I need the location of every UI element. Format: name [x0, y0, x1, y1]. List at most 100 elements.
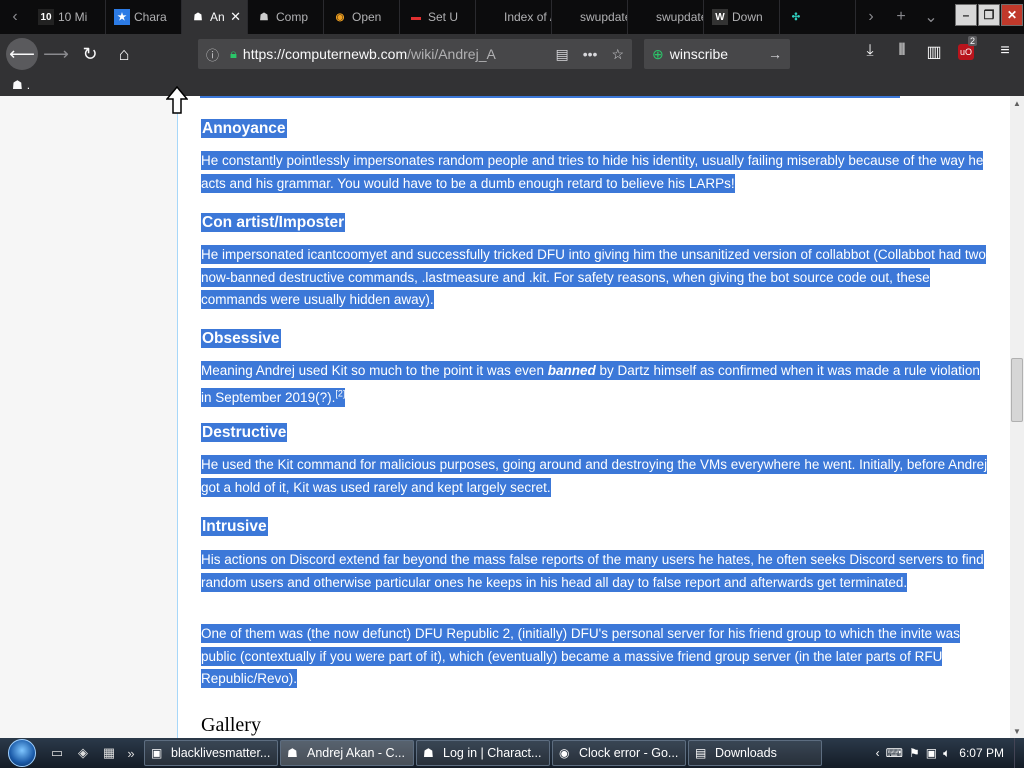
minimize-window-button[interactable]: – — [955, 4, 977, 26]
new-tab-icon[interactable]: + — [886, 0, 916, 34]
reload-button[interactable]: ↻ — [74, 38, 106, 70]
browser-tab[interactable]: Index of / — [476, 0, 552, 34]
taskbar-window-button[interactable]: ◉ Clock error - Go... — [552, 740, 686, 766]
sidebar-icon[interactable]: ▥ — [922, 42, 946, 62]
section-heading: Con artist/Imposter — [201, 213, 346, 232]
start-button[interactable] — [0, 738, 44, 768]
scroll-up-arrow-icon[interactable]: ▲ — [1010, 96, 1024, 110]
tab-scroll-right-icon[interactable]: › — [856, 0, 886, 34]
heading-con-artist: Con artist/Imposter — [201, 213, 346, 232]
navigation-toolbar: ⟵ ⟶ ↻ ⌂ ⓘ 🔒︎ https://computernewb.com/wi… — [0, 34, 1024, 74]
vertical-scrollbar[interactable]: ▲ ▼ — [1010, 96, 1024, 738]
tab-label: Chara — [134, 10, 167, 24]
forward-button[interactable]: ⟶ — [40, 38, 72, 70]
search-bar[interactable]: ⊕ winscribe → — [644, 39, 790, 69]
url-text[interactable]: https://computernewb.com/wiki/Andrej_A — [243, 46, 556, 62]
browser-tab[interactable]: 10 10 Mi — [30, 0, 106, 34]
tray-monitor-icon[interactable]: ▣ — [926, 746, 937, 760]
section-heading: Annoyance — [201, 119, 287, 138]
browser-tab[interactable]: swupdate — [552, 0, 628, 34]
quicklaunch-ie-icon[interactable]: ◈ — [72, 742, 94, 764]
tab-label: swupdate — [656, 10, 704, 24]
windows-logo-icon — [8, 739, 36, 767]
reference-link[interactable]: [2] — [335, 389, 345, 399]
menu-hamburger-icon[interactable]: ≡ — [993, 42, 1017, 60]
scrollbar-thumb[interactable] — [1011, 358, 1023, 422]
tab-scroll-left-icon[interactable]: ‹ — [0, 0, 30, 34]
browser-tab[interactable]: ◉ Open — [324, 0, 400, 34]
taskbar-window-label: Clock error - Go... — [579, 746, 679, 760]
page-actions-icon[interactable]: ••• — [583, 46, 598, 63]
emphasis-banned: banned — [547, 363, 596, 378]
tab-favicon-icon: W — [712, 9, 728, 25]
search-go-icon[interactable]: → — [768, 46, 782, 62]
paragraph-intrusive-1: His actions on Discord extend far beyond… — [201, 549, 991, 594]
tab-label: Set U — [428, 10, 459, 24]
page-content: Annoyance He constantly pointlessly impe… — [0, 96, 1010, 738]
tab-favicon-icon: ✣ — [791, 11, 801, 23]
ublock-icon[interactable]: uO 2 — [954, 36, 978, 60]
site-info-icon[interactable]: ⓘ — [206, 45, 224, 64]
search-engine-icon[interactable]: ⊕ — [652, 46, 664, 63]
heading-obsessive: Obsessive — [201, 329, 281, 348]
paragraph-con-artist: He impersonated icantcoomyet and success… — [201, 244, 991, 312]
tab-label: Index of / — [504, 10, 552, 24]
taskbar-app-icon: ◉ — [559, 746, 570, 760]
reader-view-icon[interactable]: ▤ — [555, 46, 568, 63]
tray-expand-icon[interactable]: ‹ — [876, 746, 880, 760]
lock-icon: 🔒︎ — [230, 46, 237, 61]
heading-annoyance: Annoyance — [201, 119, 287, 138]
paragraph-text: Meaning Andrej used Kit so much to the p… — [201, 363, 548, 378]
tab-label: swupdate — [580, 10, 628, 24]
restore-window-button[interactable]: ❐ — [978, 4, 1000, 26]
downloads-icon[interactable]: ⤓ — [858, 42, 882, 60]
search-input[interactable]: winscribe — [670, 46, 728, 62]
paragraph-intrusive-2: One of them was (the now defunct) DFU Re… — [201, 623, 991, 691]
library-icon[interactable]: ⫴ — [890, 42, 914, 60]
paragraph-text: His actions on Discord extend far beyond… — [201, 550, 984, 592]
show-desktop-icon[interactable]: ▭ — [46, 742, 68, 764]
tab-close-icon[interactable]: ✕ — [230, 9, 241, 25]
bookmark-item[interactable]: ☗. — [12, 78, 30, 92]
bookmark-label: . — [26, 78, 31, 92]
taskbar-window-button[interactable]: ▣ blacklivesmatter... — [144, 740, 278, 766]
tray-volume-icon[interactable]: 🔈︎ — [943, 746, 950, 761]
taskbar-window-label: Andrej Akan - C... — [307, 746, 405, 760]
bookmark-favicon-icon: ☗ — [12, 78, 23, 92]
tray-network-icon[interactable]: ⌨ — [886, 746, 903, 760]
taskbar-window-label: blacklivesmatter... — [171, 746, 271, 760]
url-bar[interactable]: ⓘ 🔒︎ https://computernewb.com/wiki/Andre… — [198, 39, 632, 69]
browser-tab[interactable]: swupdate — [628, 0, 704, 34]
tab-favicon-icon: ☗ — [193, 11, 203, 23]
paragraph-obsessive: Meaning Andrej used Kit so much to the p… — [201, 360, 991, 410]
taskbar-clock[interactable]: 6:07 PM — [959, 746, 1004, 760]
browser-tab[interactable]: ☗ Comp — [248, 0, 324, 34]
tab-list-chevron-icon[interactable]: ⌄ — [916, 0, 946, 34]
tab-label: Down — [732, 10, 763, 24]
paragraph-text: He used the Kit command for malicious pu… — [201, 455, 988, 497]
tab-label: 10 Mi — [58, 10, 88, 24]
taskbar-window-button[interactable]: ▤ Downloads — [688, 740, 822, 766]
tray-app-icon[interactable]: ⚑ — [909, 746, 920, 760]
taskbar-window-button[interactable]: ☗ Log in | Charact... — [416, 740, 550, 766]
browser-tab[interactable]: ★ Chara — [106, 0, 182, 34]
bookmark-star-icon[interactable]: ☆ — [611, 46, 624, 63]
taskbar-buttons: ▣ blacklivesmatter... ☗ Andrej Akan - C... ☗… — [144, 740, 824, 766]
browser-tab[interactable]: W Down — [704, 0, 780, 34]
url-host: https://computernewb.com — [242, 46, 408, 62]
browser-tab[interactable]: ▬ Set U — [400, 0, 476, 34]
close-window-button[interactable]: ✕ — [1001, 4, 1023, 26]
browser-tab[interactable]: ☗ An ✕ — [182, 0, 248, 34]
browser-tab[interactable]: ✣ — [780, 0, 856, 34]
scroll-down-arrow-icon[interactable]: ▼ — [1010, 724, 1024, 738]
back-button[interactable]: ⟵ — [6, 38, 38, 70]
tab-favicon-icon: ★ — [114, 9, 130, 25]
taskbar-app-icon: ▤ — [695, 746, 707, 760]
section-heading: Destructive — [201, 423, 288, 442]
home-button[interactable]: ⌂ — [108, 38, 140, 70]
taskbar-window-button[interactable]: ☗ Andrej Akan - C... — [280, 740, 414, 766]
mouse-cursor-icon — [166, 86, 188, 114]
show-desktop-button[interactable] — [1014, 738, 1024, 768]
quicklaunch-expand-icon[interactable]: » — [124, 742, 138, 764]
quicklaunch-media-icon[interactable]: ▦ — [98, 742, 120, 764]
